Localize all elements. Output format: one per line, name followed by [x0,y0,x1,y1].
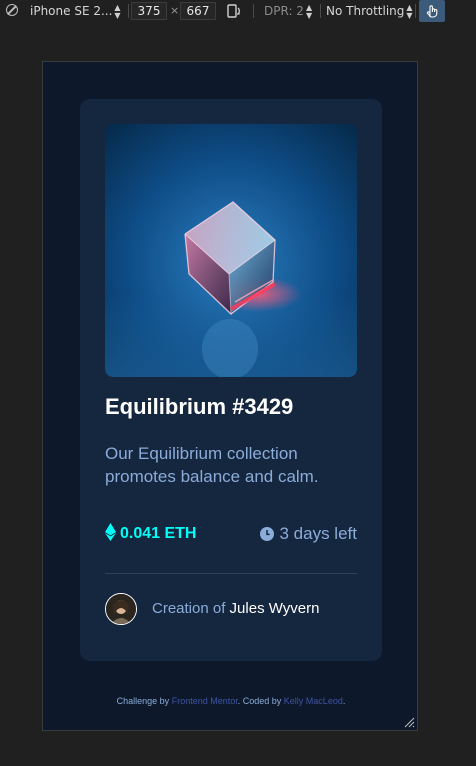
attribution-middle: . Coded by [237,696,282,706]
time-left-value: 3 days left [279,524,358,543]
attribution-suffix: . [342,696,346,706]
clock-icon [259,527,274,541]
nft-description: Our Equilibrium collection promotes bala… [105,444,319,486]
select-arrows-icon: ▲ ▼ [406,2,413,20]
width-input[interactable]: 375 [131,2,167,20]
dpr-label: DPR: 2 [264,4,304,18]
creator-name-link[interactable]: Jules Wyvern [230,600,320,617]
device-viewport: Equilibrium #3429 Our Equilibrium collec… [42,61,418,731]
dpr-select[interactable]: DPR: 2 ▲ ▼ [264,0,312,22]
ethereum-icon [105,523,116,541]
height-input[interactable]: 667 [180,2,216,20]
no-entry-icon[interactable] [6,4,18,16]
attribution-prefix: Challenge by [116,696,170,706]
divider [253,4,254,18]
divider [105,573,357,574]
price-value: 0.041 ETH [120,525,197,542]
divider [128,4,129,18]
throttling-label: No Throttling [326,4,405,18]
nft-image[interactable] [105,124,357,377]
author-link[interactable]: Kelly MacLeod [284,696,343,706]
divider [415,4,416,18]
time-left: 3 days left [259,523,358,545]
creator-avatar-icon [106,594,136,624]
frontend-mentor-link[interactable]: Frontend Mentor [172,696,238,706]
device-toolbar: iPhone SE 2... ▲ ▼ 375 × 667 DPR: 2 ▲ ▼ No T… [0,0,476,22]
divider [320,4,321,18]
attribution: Challenge by Frontend Mentor. Coded by K… [43,696,417,706]
price: 0.041 ETH [105,523,196,545]
select-arrows-icon: ▲ ▼ [305,2,313,20]
select-arrows-icon: ▲ ▼ [114,2,121,20]
nft-title[interactable]: Equilibrium #3429 [105,394,293,420]
creator-line: Creation of Jules Wyvern [152,600,319,617]
touch-icon [426,5,438,18]
avatar [105,593,137,625]
resize-handle-icon[interactable] [403,716,415,728]
times-sign: × [170,4,180,17]
nft-card: Equilibrium #3429 Our Equilibrium collec… [80,99,382,661]
throttling-select[interactable]: No Throttling ▲ ▼ [326,0,413,22]
device-select[interactable]: iPhone SE 2... ▲ ▼ [30,0,121,22]
device-label: iPhone SE 2... [30,4,113,18]
creator-prefix: Creation of [152,600,226,617]
touch-simulation-button[interactable] [419,0,445,22]
rotate-icon[interactable] [226,3,242,19]
